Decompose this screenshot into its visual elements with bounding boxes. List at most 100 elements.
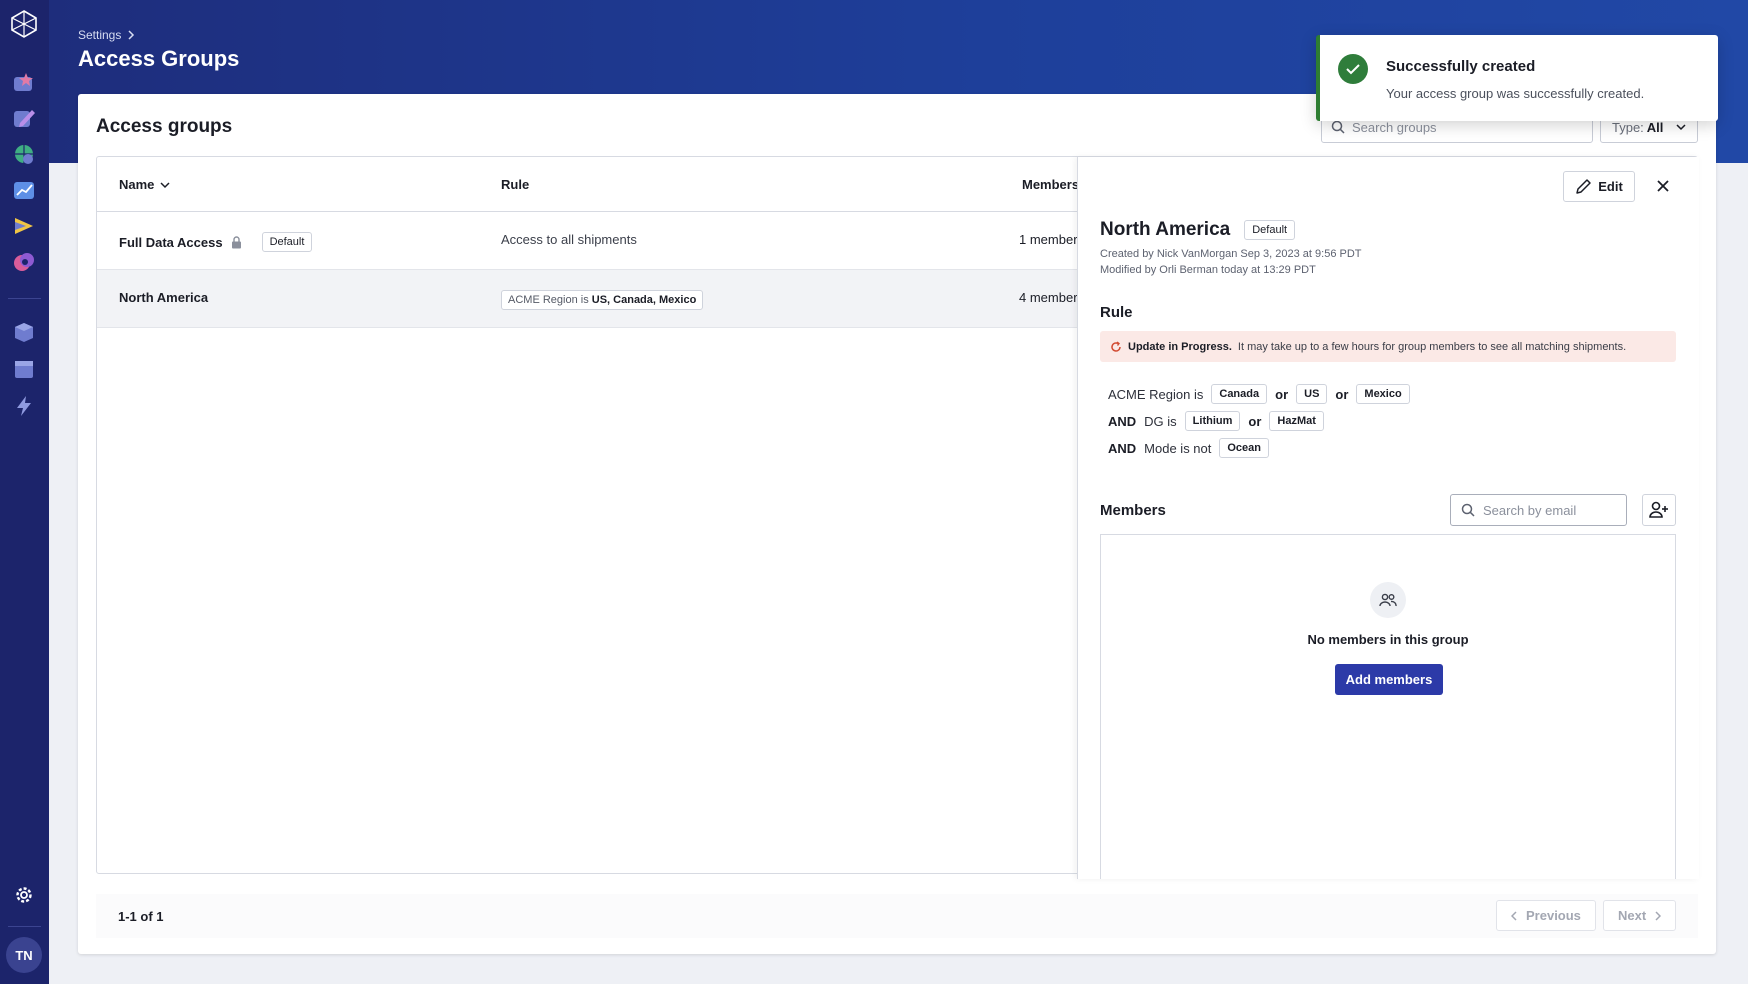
row-rule: Access to all shipments [501, 232, 637, 247]
rule-value-chip: Mexico [1356, 384, 1410, 404]
default-badge: Default [261, 232, 313, 252]
rule-field: ACME Region is [1108, 386, 1204, 402]
flag-icon[interactable] [12, 215, 36, 237]
breadcrumb: Settings [78, 28, 135, 42]
chevron-right-icon [128, 30, 135, 40]
column-rule-label: Rule [501, 177, 530, 192]
group-icon [1370, 582, 1406, 618]
rule-field: DG is [1144, 413, 1177, 429]
rule-field: Mode is not [1144, 440, 1212, 456]
panel-title-row: North America Default [1100, 219, 1296, 241]
row-members-cell: 4 members [1019, 290, 1084, 305]
edit-button[interactable]: Edit [1563, 171, 1635, 202]
row-name: North America [119, 290, 209, 305]
column-members-label: Members [1022, 177, 1080, 192]
calendar-icon[interactable] [12, 358, 36, 380]
rule-value-chip: US [1296, 384, 1328, 404]
rule-operator: AND [1108, 413, 1137, 429]
row-members: 1 member [1019, 232, 1078, 247]
rule-value-chip: Ocean [1219, 438, 1270, 458]
members-heading: Members [1100, 502, 1166, 519]
search-groups-placeholder: Search groups [1352, 119, 1437, 135]
left-nav: TN [0, 0, 49, 984]
avatar[interactable]: TN [6, 937, 42, 973]
row-rule-cell: ACME Region is US, Canada, Mexico [501, 290, 704, 310]
chart-icon[interactable] [12, 179, 36, 201]
notice-bold: Update in Progress. [1128, 340, 1232, 353]
empty-state-text: No members in this group [1307, 632, 1469, 647]
rule-value-chip: Canada [1211, 384, 1268, 404]
edit-icon[interactable] [12, 107, 36, 129]
lightning-icon[interactable] [12, 395, 36, 417]
panel-title: North America [1100, 219, 1231, 240]
lock-icon [231, 235, 241, 248]
members-empty-state: No members in this group Add members [1100, 534, 1676, 879]
next-button[interactable]: Next [1603, 900, 1677, 931]
search-icon [1331, 120, 1345, 134]
rule-tag-values: US, Canada, Mexico [591, 294, 697, 306]
update-notice: Update in Progress. It may take up to a … [1100, 331, 1676, 362]
close-icon[interactable] [1653, 176, 1673, 196]
column-header-name[interactable]: Name [119, 177, 170, 192]
pagination-bar: 1-1 of 1 Previous Next [96, 894, 1698, 938]
notice-text: It may take up to a few hours for group … [1237, 340, 1627, 353]
breadcrumb-settings-link[interactable]: Settings [78, 28, 121, 42]
rule-line: AND DG is Lithium or HazMat [1108, 411, 1324, 431]
check-circle-icon [1338, 54, 1368, 84]
rule-join: or [1335, 386, 1349, 402]
row-name-cell: North America [119, 290, 208, 305]
gear-icon[interactable] [12, 884, 36, 906]
pagination-range: 1-1 of 1 [118, 909, 164, 924]
column-header-members: Members [1022, 177, 1079, 192]
add-user-button[interactable] [1642, 494, 1676, 526]
row-name-cell: Full Data Access Default [119, 232, 313, 252]
search-icon [1461, 503, 1475, 517]
column-name-label: Name [119, 177, 155, 192]
rule-value-chip: HazMat [1269, 411, 1324, 431]
next-label: Next [1618, 908, 1647, 923]
chevron-right-icon [1655, 910, 1662, 921]
rule-line: ACME Region is Canada or US or Mexico [1108, 384, 1410, 404]
star-icon[interactable] [12, 71, 36, 93]
toast-title: Successfully created [1386, 58, 1536, 75]
chevron-down-icon [1676, 124, 1686, 131]
globe-icon[interactable] [12, 143, 36, 165]
logo-icon[interactable] [9, 9, 39, 39]
success-toast: Successfully created Your access group w… [1316, 35, 1718, 121]
default-badge: Default [1244, 220, 1296, 240]
rule-tag: ACME Region is US, Canada, Mexico [501, 290, 704, 310]
add-user-icon [1649, 501, 1668, 518]
search-email-input[interactable]: Search by email [1450, 494, 1627, 526]
group-detail-panel: Edit North America Default Created by Ni… [1077, 157, 1699, 879]
nav-divider [8, 926, 41, 927]
edit-label: Edit [1598, 179, 1623, 194]
modified-meta: Modified by Orli Berman today at 13:29 P… [1100, 264, 1316, 276]
previous-button[interactable]: Previous [1496, 900, 1596, 931]
refresh-icon [1111, 340, 1121, 352]
type-filter-value: All [1646, 119, 1664, 135]
rule-operator: AND [1108, 440, 1137, 456]
pencil-icon [1576, 179, 1591, 194]
search-email-placeholder: Search by email [1483, 502, 1577, 518]
column-header-rule: Rule [501, 177, 529, 192]
rule-join: or [1248, 413, 1262, 429]
page-title: Access Groups [78, 46, 240, 71]
row-rule-cell: Access to all shipments [501, 232, 637, 247]
rule-join: or [1275, 386, 1289, 402]
sort-chevron-down-icon [160, 181, 170, 188]
rule-heading: Rule [1100, 304, 1133, 321]
row-members: 4 members [1019, 290, 1085, 305]
rule-value-chip: Lithium [1184, 411, 1241, 431]
type-filter-label: Type: [1612, 119, 1644, 135]
box-icon[interactable] [12, 321, 36, 343]
toast-message: Your access group was successfully creat… [1386, 86, 1645, 101]
rule-tag-prefix: ACME Region is [508, 294, 589, 306]
chevron-left-icon [1511, 910, 1517, 921]
add-members-button[interactable]: Add members [1335, 664, 1443, 695]
donut-icon[interactable] [12, 251, 36, 273]
created-meta: Created by Nick VanMorgan Sep 3, 2023 at… [1100, 248, 1362, 260]
card-title: Access groups [96, 116, 233, 137]
nav-divider [8, 298, 41, 299]
row-members-cell: 1 member [1019, 232, 1078, 247]
rule-line: AND Mode is not Ocean [1108, 438, 1270, 458]
